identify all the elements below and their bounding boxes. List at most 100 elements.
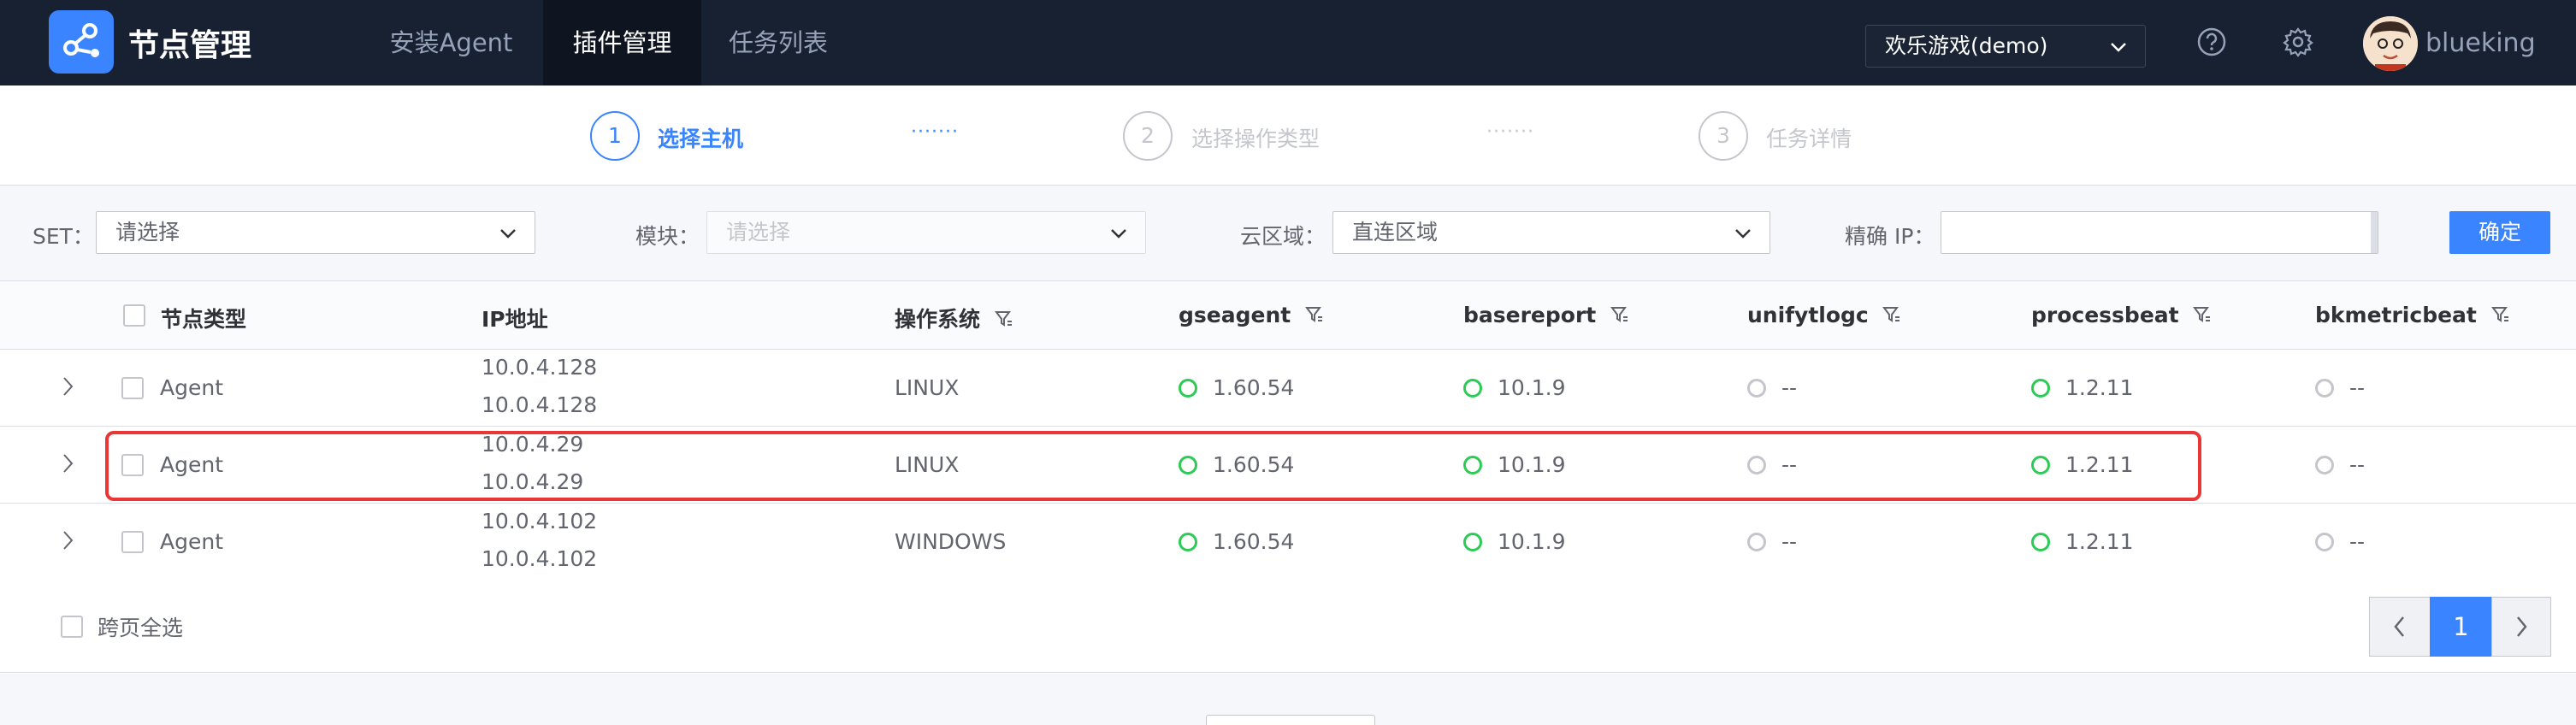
- status-running-icon: [1179, 379, 1197, 398]
- module-select[interactable]: 请选择: [706, 211, 1146, 254]
- col-unifytlogc-label: unifytlogc: [1747, 303, 1869, 327]
- col-processbeat-label: processbeat: [2031, 303, 2179, 327]
- chevron-right-icon[interactable]: [60, 452, 77, 474]
- col-os-label: 操作系统: [895, 307, 981, 332]
- confirm-button[interactable]: 确定: [2449, 211, 2550, 254]
- nav-task-list[interactable]: 任务列表: [701, 0, 855, 85]
- unifytlogc-version: --: [1781, 529, 1798, 554]
- step-1-label: 选择主机: [658, 127, 744, 151]
- bottom-button-partial[interactable]: [1206, 715, 1375, 725]
- chevron-right-icon[interactable]: [60, 529, 77, 551]
- exact-ip-label: 精确 IP：: [1845, 224, 1935, 249]
- col-basereport[interactable]: basereport: [1463, 303, 1629, 327]
- filter-funnel-icon[interactable]: [2490, 305, 2510, 324]
- node-type: Agent: [160, 529, 223, 554]
- chevron-down-icon: [500, 229, 516, 239]
- unifytlogc-status: --: [1747, 529, 1797, 554]
- settings-gear-icon[interactable]: [2282, 26, 2314, 58]
- status-running-icon: [2031, 379, 2050, 398]
- next-page-button[interactable]: [2491, 597, 2551, 657]
- select-all-checkbox[interactable]: [123, 304, 145, 327]
- chevron-right-icon: [2517, 616, 2527, 637]
- step-separator-1: ·······: [911, 121, 959, 143]
- table-row[interactable]: Agent 10.0.4.102 10.0.4.102 WINDOWS 1.60…: [0, 504, 2576, 581]
- basereport-status: 10.1.9: [1463, 529, 1566, 554]
- set-select[interactable]: 请选择: [96, 211, 535, 254]
- col-bkmetricbeat[interactable]: bkmetricbeat: [2315, 303, 2510, 327]
- status-running-icon: [1463, 379, 1482, 398]
- ip-address: 10.0.4.102: [482, 509, 598, 533]
- table-header: 节点类型 IP地址 操作系统 gseagent basereport unify…: [0, 280, 2576, 350]
- basereport-status: 10.1.9: [1463, 375, 1566, 400]
- step-wizard: 1 选择主机 ······· 2 选择操作类型 ······· 3 任务详情: [0, 85, 2576, 186]
- status-running-icon: [1463, 533, 1482, 551]
- status-inactive-icon: [2315, 533, 2334, 551]
- user-avatar[interactable]: [2363, 16, 2418, 71]
- status-running-icon: [1179, 533, 1197, 551]
- status-inactive-icon: [1747, 533, 1766, 551]
- col-os[interactable]: 操作系统: [895, 303, 1013, 333]
- cloud-area-select[interactable]: 直连区域: [1332, 211, 1770, 254]
- bkmetricbeat-status: --: [2315, 452, 2365, 477]
- row-checkbox[interactable]: [121, 531, 144, 553]
- app-logo-icon[interactable]: [49, 10, 114, 74]
- username[interactable]: blueking: [2425, 28, 2536, 58]
- filter-funnel-icon[interactable]: [994, 309, 1013, 328]
- chevron-left-icon: [2394, 616, 2404, 637]
- filter-funnel-icon[interactable]: [2193, 305, 2212, 324]
- unifytlogc-status: --: [1747, 375, 1797, 400]
- status-inactive-icon: [2315, 379, 2334, 398]
- select-all-pages-checkbox[interactable]: [61, 616, 83, 638]
- col-basereport-label: basereport: [1463, 303, 1597, 327]
- app-title: 节点管理: [128, 28, 252, 63]
- basereport-version: 10.1.9: [1498, 375, 1566, 400]
- table-row[interactable]: Agent 10.0.4.128 10.0.4.128 LINUX 1.60.5…: [0, 350, 2576, 427]
- chevron-down-icon: [1735, 229, 1751, 239]
- step-3-circle: 3: [1699, 111, 1748, 161]
- status-running-icon: [2031, 533, 2050, 551]
- col-ip: IP地址: [482, 307, 548, 332]
- cloud-area-select-value: 直连区域: [1352, 220, 1439, 245]
- business-selector[interactable]: 欢乐游戏(demo): [1865, 25, 2146, 68]
- nav-install-agent[interactable]: 安装Agent: [359, 0, 543, 85]
- prev-page-button[interactable]: [2369, 597, 2431, 657]
- processbeat-status: 1.2.11: [2031, 375, 2134, 400]
- node-type: Agent: [160, 375, 223, 400]
- filter-funnel-icon[interactable]: [1304, 305, 1324, 324]
- gseagent-status: 1.60.54: [1179, 375, 1294, 400]
- top-navbar: 节点管理 安装Agent 插件管理 任务列表 欢乐游戏(demo) blueki…: [0, 0, 2576, 85]
- help-icon[interactable]: [2195, 26, 2228, 58]
- step-3-label: 任务详情: [1766, 127, 1852, 151]
- cloud-area-label: 云区域：: [1240, 224, 1326, 249]
- col-bkmetricbeat-label: bkmetricbeat: [2315, 303, 2477, 327]
- chevron-right-icon[interactable]: [60, 375, 77, 398]
- unifytlogc-version: --: [1781, 375, 1798, 400]
- module-select-value: 请选择: [726, 220, 791, 245]
- row-checkbox[interactable]: [121, 377, 144, 399]
- set-select-value: 请选择: [115, 220, 180, 245]
- gseagent-version: 1.60.54: [1213, 375, 1295, 400]
- exact-ip-input[interactable]: [1941, 211, 2378, 254]
- nav-plugin-management[interactable]: 插件管理: [543, 0, 701, 85]
- ip-address: 10.0.4.128: [482, 392, 598, 417]
- row-highlight-annotation: [105, 431, 2201, 501]
- step-separator-2: ·······: [1486, 121, 1534, 143]
- bkmetricbeat-version: --: [2349, 529, 2366, 554]
- col-gseagent[interactable]: gseagent: [1179, 303, 1324, 327]
- col-processbeat[interactable]: processbeat: [2031, 303, 2212, 327]
- table-footer: 跨页全选 1: [0, 579, 2576, 673]
- step-2-label: 选择操作类型: [1191, 127, 1320, 151]
- bkmetricbeat-status: --: [2315, 529, 2365, 554]
- page-number-1[interactable]: 1: [2430, 597, 2492, 657]
- col-gseagent-label: gseagent: [1179, 303, 1291, 327]
- processbeat-status: 1.2.11: [2031, 529, 2134, 554]
- col-unifytlogc[interactable]: unifytlogc: [1747, 303, 1901, 327]
- processbeat-version: 1.2.11: [2065, 375, 2134, 400]
- filter-funnel-icon[interactable]: [1882, 305, 1901, 324]
- business-selector-value: 欢乐游戏(demo): [1885, 33, 2048, 58]
- module-label: 模块：: [635, 224, 700, 249]
- select-all-pages-label[interactable]: 跨页全选: [97, 611, 183, 642]
- filter-funnel-icon[interactable]: [1610, 305, 1629, 324]
- gseagent-status: 1.60.54: [1179, 529, 1294, 554]
- gseagent-version: 1.60.54: [1213, 529, 1295, 554]
